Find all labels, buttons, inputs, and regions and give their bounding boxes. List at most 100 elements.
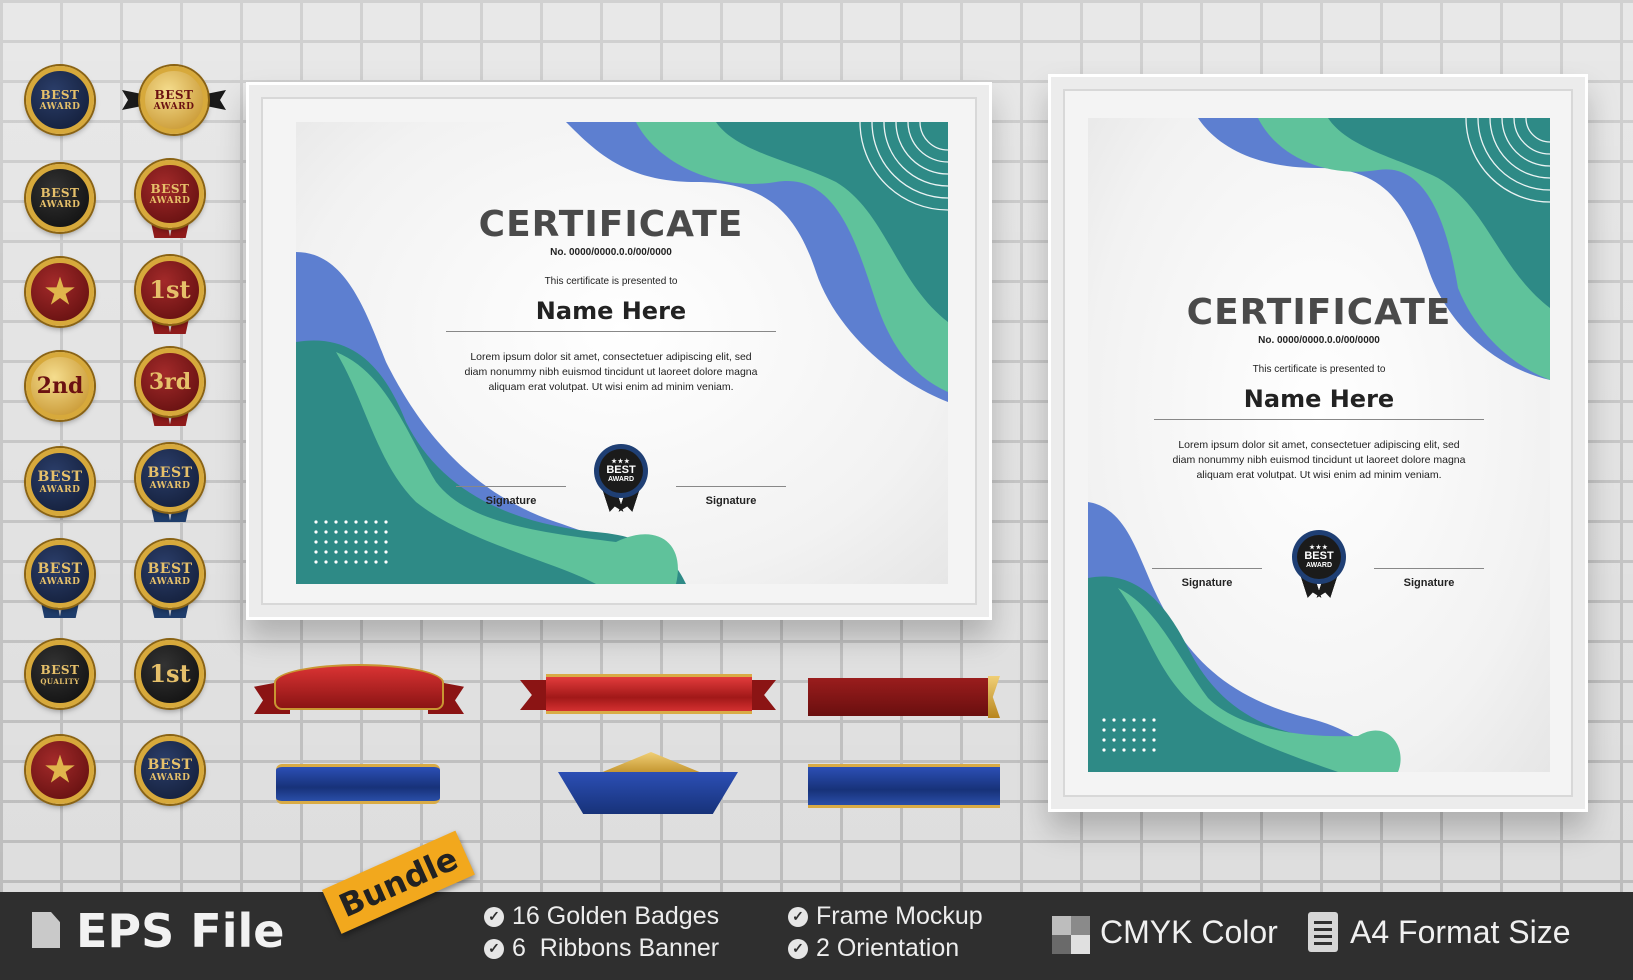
signature-right: Signature [1374, 568, 1484, 589]
badge-text: BEST [40, 662, 80, 677]
certificate-presented-text: This certificate is presented to [1252, 364, 1386, 375]
seal-text: BEST [1304, 550, 1334, 562]
file-icon [32, 912, 60, 948]
badge-text: BEST [147, 464, 193, 481]
badge-rank: 1st [149, 659, 191, 688]
feature-golden-badges: ✓ 16 Golden Badges [484, 902, 719, 931]
star-icon: ★ [44, 272, 76, 312]
feature-ribbons-banner: ✓ 6 Ribbons Banner [484, 934, 719, 963]
badge-7: 2nd [22, 348, 98, 424]
check-circle-icon: ✓ [484, 906, 504, 927]
seal-subtext: AWARD [1305, 562, 1333, 569]
badge-text: BEST [147, 756, 193, 773]
badge-11: BEST AWARD [22, 536, 98, 618]
golden-badges-collection: BEST AWARD BEST AWARD BEST AWARD BEST AWARD … [22, 62, 232, 842]
certificate-content: CERTIFICATE No. 0000/0000.0.0/00/0000 Th… [1154, 292, 1484, 483]
badge-subtext: AWARD [149, 195, 191, 206]
blue-flat-ribbon [808, 764, 1000, 808]
certificate-content: CERTIFICATE No. 0000/0000.0.0/00/0000 Th… [446, 204, 776, 395]
badge-subtext: QUALITY [40, 676, 80, 686]
badge-rank: 1st [149, 275, 191, 304]
signature-right: Signature [676, 486, 786, 507]
body-line: aliquam erat volutpat. Ut wisi enim ad m… [1196, 469, 1442, 481]
check-circle-icon: ✓ [484, 938, 504, 959]
recipient-name: Name Here [446, 297, 776, 332]
badge-4: BEST AWARD [132, 156, 208, 238]
portrait-certificate: CERTIFICATE No. 0000/0000.0.0/00/0000 Th… [1088, 118, 1550, 772]
badge-subtext: AWARD [149, 772, 191, 783]
badge-3: BEST AWARD [22, 160, 98, 236]
cmyk-squares-icon [1052, 916, 1090, 954]
file-type-label: EPS File [76, 904, 285, 958]
badge-14: 1st [132, 636, 208, 712]
badge-subtext: AWARD [149, 480, 191, 491]
badge-text: BEST [40, 185, 80, 200]
certificate-body-text: Lorem ipsum dolor sit amet, consectetuer… [446, 350, 776, 395]
badge-1: BEST AWARD [22, 62, 98, 138]
seal-text: BEST [606, 464, 636, 476]
color-mode-label: CMYK Color [1100, 914, 1278, 950]
feature-frame-mockup: ✓ Frame Mockup [788, 902, 983, 931]
format-size-label: A4 Format Size [1350, 914, 1571, 950]
badge-8: 3rd [132, 344, 208, 426]
badge-text: BEST [147, 560, 193, 577]
badge-12: BEST AWARD [132, 536, 208, 618]
red-flat-ribbon [546, 674, 752, 714]
badge-rank: 2nd [36, 373, 84, 399]
badge-subtext: AWARD [39, 576, 81, 587]
badge-subtext: AWARD [39, 484, 81, 495]
footer-bar: EPS File ✓ 16 Golden Badges ✓ 6 Ribbons Ba… [0, 892, 1633, 980]
recipient-name: Name Here [1154, 385, 1484, 420]
badge-16: BEST AWARD [132, 732, 208, 808]
blue-shield-ribbon [558, 772, 738, 814]
landscape-certificate: CERTIFICATE No. 0000/0000.0.0/00/0000 Th… [296, 122, 948, 584]
seal-subtext: AWARD [607, 476, 635, 483]
badge-text: BEST [37, 468, 83, 485]
badge-10: BEST AWARD [132, 440, 208, 522]
certificate-number: No. 0000/0000.0.0/00/0000 [1258, 335, 1380, 346]
certificate-title: CERTIFICATE [478, 204, 744, 245]
check-circle-icon: ✓ [788, 906, 808, 927]
certificate-title: CERTIFICATE [1186, 292, 1452, 333]
badge-13: BEST QUALITY [22, 636, 98, 712]
badge-2: BEST AWARD [122, 62, 226, 138]
star-icon: ★ [44, 750, 76, 790]
certificate-body-text: Lorem ipsum dolor sit amet, consectetuer… [1154, 438, 1484, 483]
certificate-presented-text: This certificate is presented to [544, 276, 678, 287]
badge-wing-icon [206, 90, 226, 110]
badge-subtext: AWARD [39, 101, 81, 112]
best-award-seal: ★★★ BEST AWARD [592, 444, 650, 514]
body-line: diam nonummy nibh euismod tincidunt ut l… [464, 366, 758, 378]
badge-text: BEST [40, 87, 80, 102]
badge-text: BEST [150, 181, 190, 196]
badge-subtext: AWARD [149, 576, 191, 587]
badge-subtext: AWARD [153, 101, 195, 112]
badge-wing-icon [122, 90, 142, 110]
body-line: Lorem ipsum dolor sit amet, consectetuer… [470, 351, 752, 363]
best-award-seal: ★★★ BEST AWARD [1290, 530, 1348, 600]
badge-text: BEST [154, 87, 194, 102]
feature-label: 6 Ribbons Banner [512, 934, 720, 962]
badge-subtext: AWARD [39, 199, 81, 210]
red-curved-ribbon [274, 664, 444, 710]
badge-text: BEST [37, 560, 83, 577]
feature-label: 2 Orientation [816, 934, 960, 962]
badge-6: 1st [132, 252, 208, 334]
signature-left: Signature [456, 486, 566, 507]
body-line: Lorem ipsum dolor sit amet, consectetuer… [1178, 439, 1460, 451]
badge-9: BEST AWARD [22, 444, 98, 520]
check-circle-icon: ✓ [788, 938, 808, 959]
red-block-ribbon [808, 678, 990, 716]
badge-rank: 3rd [148, 369, 192, 395]
feature-label: Frame Mockup [816, 902, 983, 930]
signature-left: Signature [1152, 568, 1262, 589]
blue-flat-ribbon [276, 764, 440, 804]
body-line: aliquam erat volutpat. Ut wisi enim ad m… [488, 381, 734, 393]
document-icon [1308, 912, 1338, 952]
badge-15: ★ [22, 732, 98, 808]
body-line: diam nonummy nibh euismod tincidunt ut l… [1172, 454, 1466, 466]
certificate-number: No. 0000/0000.0.0/00/0000 [550, 247, 672, 258]
feature-label: 16 Golden Badges [512, 902, 720, 930]
badge-5: ★ [22, 254, 98, 330]
feature-orientation: ✓ 2 Orientation [788, 934, 959, 963]
